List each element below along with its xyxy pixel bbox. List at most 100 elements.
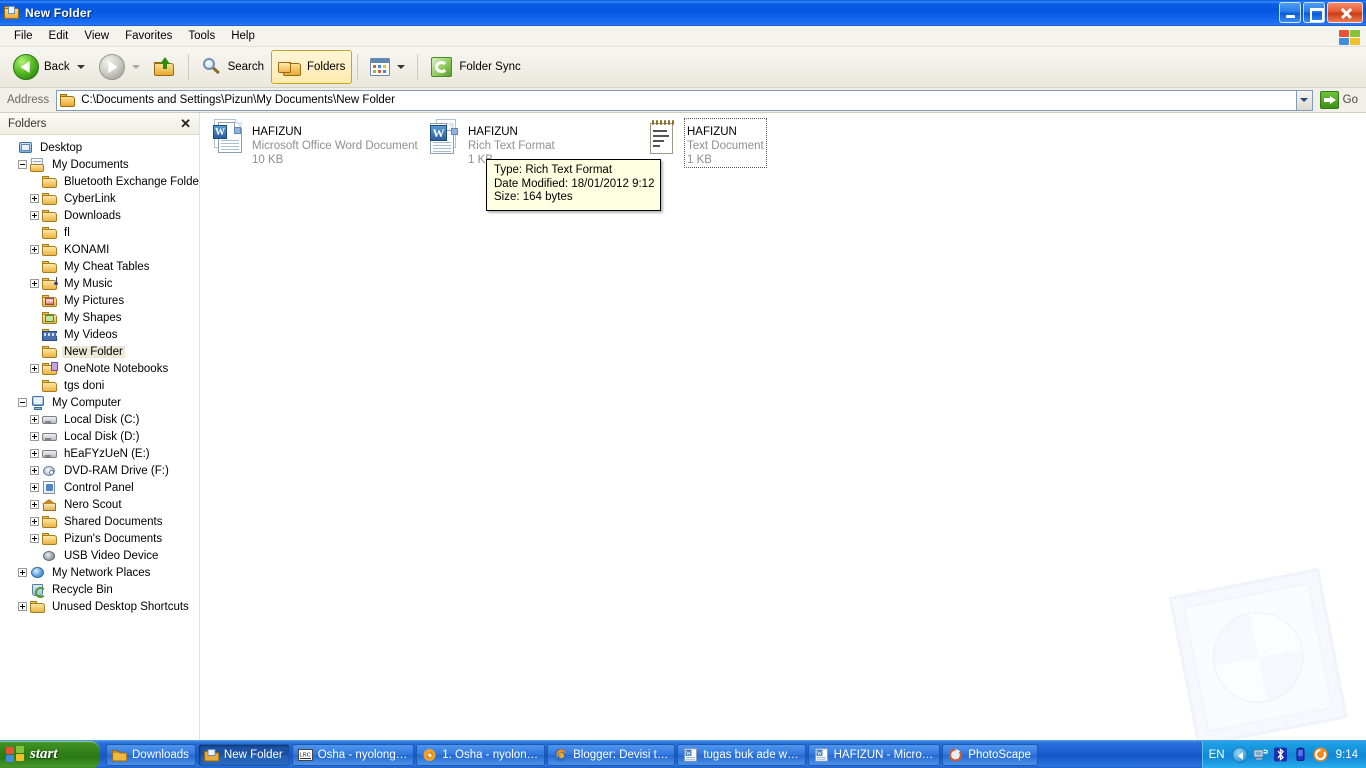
battery-icon[interactable] [1293, 747, 1308, 762]
tree-item-heafyzuen-e[interactable]: hEaFYzUeN (E:) [0, 445, 199, 462]
tree-item-desktop[interactable]: Desktop [0, 139, 199, 156]
close-button[interactable] [1327, 2, 1363, 23]
tree-item-bluetooth-exchange-folder[interactable]: Bluetooth Exchange Folder [0, 173, 199, 190]
expand-icon[interactable] [30, 500, 39, 509]
clock[interactable]: 9:14 [1336, 749, 1358, 761]
address-input[interactable]: C:\Documents and Settings\Pizun\My Docum… [56, 89, 1296, 111]
folder-sync-label: Folder Sync [459, 61, 521, 73]
go-label: Go [1342, 94, 1358, 106]
expand-icon[interactable] [30, 194, 39, 203]
taskbar-button[interactable]: Blogger: Devisi t… [547, 743, 676, 766]
expand-icon[interactable] [30, 415, 39, 424]
taskbar-button[interactable]: Downloads [106, 743, 196, 766]
folder-icon [42, 192, 58, 206]
back-chevron-down-icon[interactable] [76, 65, 85, 69]
photoscape-tray-icon[interactable] [1313, 747, 1328, 762]
expand-icon[interactable] [30, 534, 39, 543]
restore-button[interactable] [1303, 2, 1325, 23]
tree-item-local-disk-d[interactable]: Local Disk (D:) [0, 428, 199, 445]
recycle-bin-icon [30, 583, 46, 598]
tree-item-onenote-notebooks[interactable]: OneNote Notebooks [0, 360, 199, 377]
list-item[interactable]: W HAFIZUN Microsoft Office Word Document… [212, 119, 418, 167]
my-documents-icon [30, 157, 46, 172]
tree-item-my-network-places[interactable]: My Network Places [0, 564, 199, 581]
folders-pane-header: Folders ✕ [0, 113, 199, 135]
expand-icon[interactable] [18, 602, 27, 611]
expand-icon[interactable] [30, 432, 39, 441]
tree-item-nero-scout[interactable]: Nero Scout [0, 496, 199, 513]
menu-file[interactable]: File [6, 28, 41, 44]
taskbar-button[interactable]: New Folder [197, 743, 290, 766]
expand-icon[interactable] [30, 364, 39, 373]
expand-icon[interactable] [30, 517, 39, 526]
menu-help[interactable]: Help [223, 28, 263, 44]
taskbar-button[interactable]: PhotoScape [942, 743, 1038, 766]
menu-tools[interactable]: Tools [180, 28, 223, 44]
expand-icon[interactable] [30, 466, 39, 475]
language-indicator[interactable]: EN [1209, 749, 1225, 761]
tree-item-my-videos[interactable]: My Videos [0, 326, 199, 343]
tree-item-my-pictures[interactable]: My Pictures [0, 292, 199, 309]
tree-item-downloads[interactable]: Downloads [0, 207, 199, 224]
tree-item-fl[interactable]: fl [0, 224, 199, 241]
expand-icon[interactable] [30, 449, 39, 458]
go-button[interactable]: Go [1319, 91, 1358, 109]
menu-edit[interactable]: Edit [41, 28, 77, 44]
tree-item-local-disk-c[interactable]: Local Disk (C:) [0, 411, 199, 428]
address-dropdown-button[interactable] [1295, 89, 1313, 111]
folders-button[interactable]: Folders [271, 50, 353, 84]
tree-item-usb-video-device[interactable]: USB Video Device [0, 547, 199, 564]
back-button[interactable]: Back [6, 50, 92, 84]
tree-item-konami[interactable]: KONAMI [0, 241, 199, 258]
expand-icon[interactable] [30, 483, 39, 492]
toolbar-separator-2 [357, 54, 359, 80]
tree-item-label: Shared Documents [64, 515, 163, 528]
list-item[interactable]: HAFIZUN Text Document 1 KB [645, 118, 767, 168]
minimize-button[interactable] [1279, 2, 1301, 23]
taskbar-button[interactable]: LRC Osha - nyolong… [291, 743, 415, 766]
up-button[interactable] [147, 50, 183, 84]
address-label: Address [7, 94, 50, 106]
forward-chevron-down-icon[interactable] [131, 65, 140, 69]
tree-item-recycle-bin[interactable]: Recycle Bin [0, 581, 199, 598]
tree-item-my-music[interactable]: My Music [0, 275, 199, 292]
tree-item-my-shapes[interactable]: My Shapes [0, 309, 199, 326]
tree-item-my-cheat-tables[interactable]: My Cheat Tables [0, 258, 199, 275]
network-icon[interactable] [1253, 747, 1269, 762]
menu-favorites[interactable]: Favorites [117, 28, 180, 44]
tree-item-my-documents[interactable]: My Documents [0, 156, 199, 173]
views-chevron-down-icon[interactable] [397, 65, 406, 69]
search-button[interactable]: Search [194, 50, 271, 84]
expand-icon[interactable] [30, 279, 39, 288]
bluetooth-icon[interactable] [1273, 747, 1288, 762]
tree-item-shared-documents[interactable]: Shared Documents [0, 513, 199, 530]
windows-flag-icon [6, 746, 25, 763]
collapse-icon[interactable] [18, 160, 27, 169]
views-button[interactable] [363, 50, 412, 84]
close-icon[interactable]: ✕ [178, 117, 193, 130]
taskbar: start Downloads New Folder LRC Osha - nyolo… [0, 740, 1366, 768]
expand-icon[interactable] [18, 568, 27, 577]
taskbar-button[interactable]: W HAFIZUN - Micro… [807, 743, 941, 766]
tree-item-dvd-ram-drive-f[interactable]: DVD-RAM Drive (F:) [0, 462, 199, 479]
expand-icon[interactable] [30, 211, 39, 220]
tree-item-pizun-s-documents[interactable]: Pizun's Documents [0, 530, 199, 547]
tree-item-unused-desktop-shortcuts[interactable]: Unused Desktop Shortcuts [0, 598, 199, 615]
tree-item-label: My Network Places [52, 566, 151, 579]
collapse-icon[interactable] [18, 398, 27, 407]
start-button[interactable]: start [0, 740, 100, 768]
taskbar-button-label: Osha - nyolong… [317, 748, 408, 761]
chevron-down-icon [1300, 98, 1309, 102]
folder-sync-button[interactable]: Folder Sync [423, 50, 527, 84]
taskbar-button[interactable]: Wtugas buk ade w… [677, 743, 806, 766]
menu-view[interactable]: View [76, 28, 117, 44]
tree-item-my-computer[interactable]: My Computer [0, 394, 199, 411]
tree-item-new-folder[interactable]: New Folder [0, 343, 199, 360]
show-hidden-icons-chevron-icon[interactable] [1231, 746, 1248, 763]
tree-item-tgs-doni[interactable]: tgs doni [0, 377, 199, 394]
tree-item-control-panel[interactable]: Control Panel [0, 479, 199, 496]
taskbar-button[interactable]: 1. Osha - nyolon… [416, 743, 546, 766]
forward-button[interactable] [92, 50, 147, 84]
expand-icon[interactable] [30, 245, 39, 254]
tree-item-cyberlink[interactable]: CyberLink [0, 190, 199, 207]
